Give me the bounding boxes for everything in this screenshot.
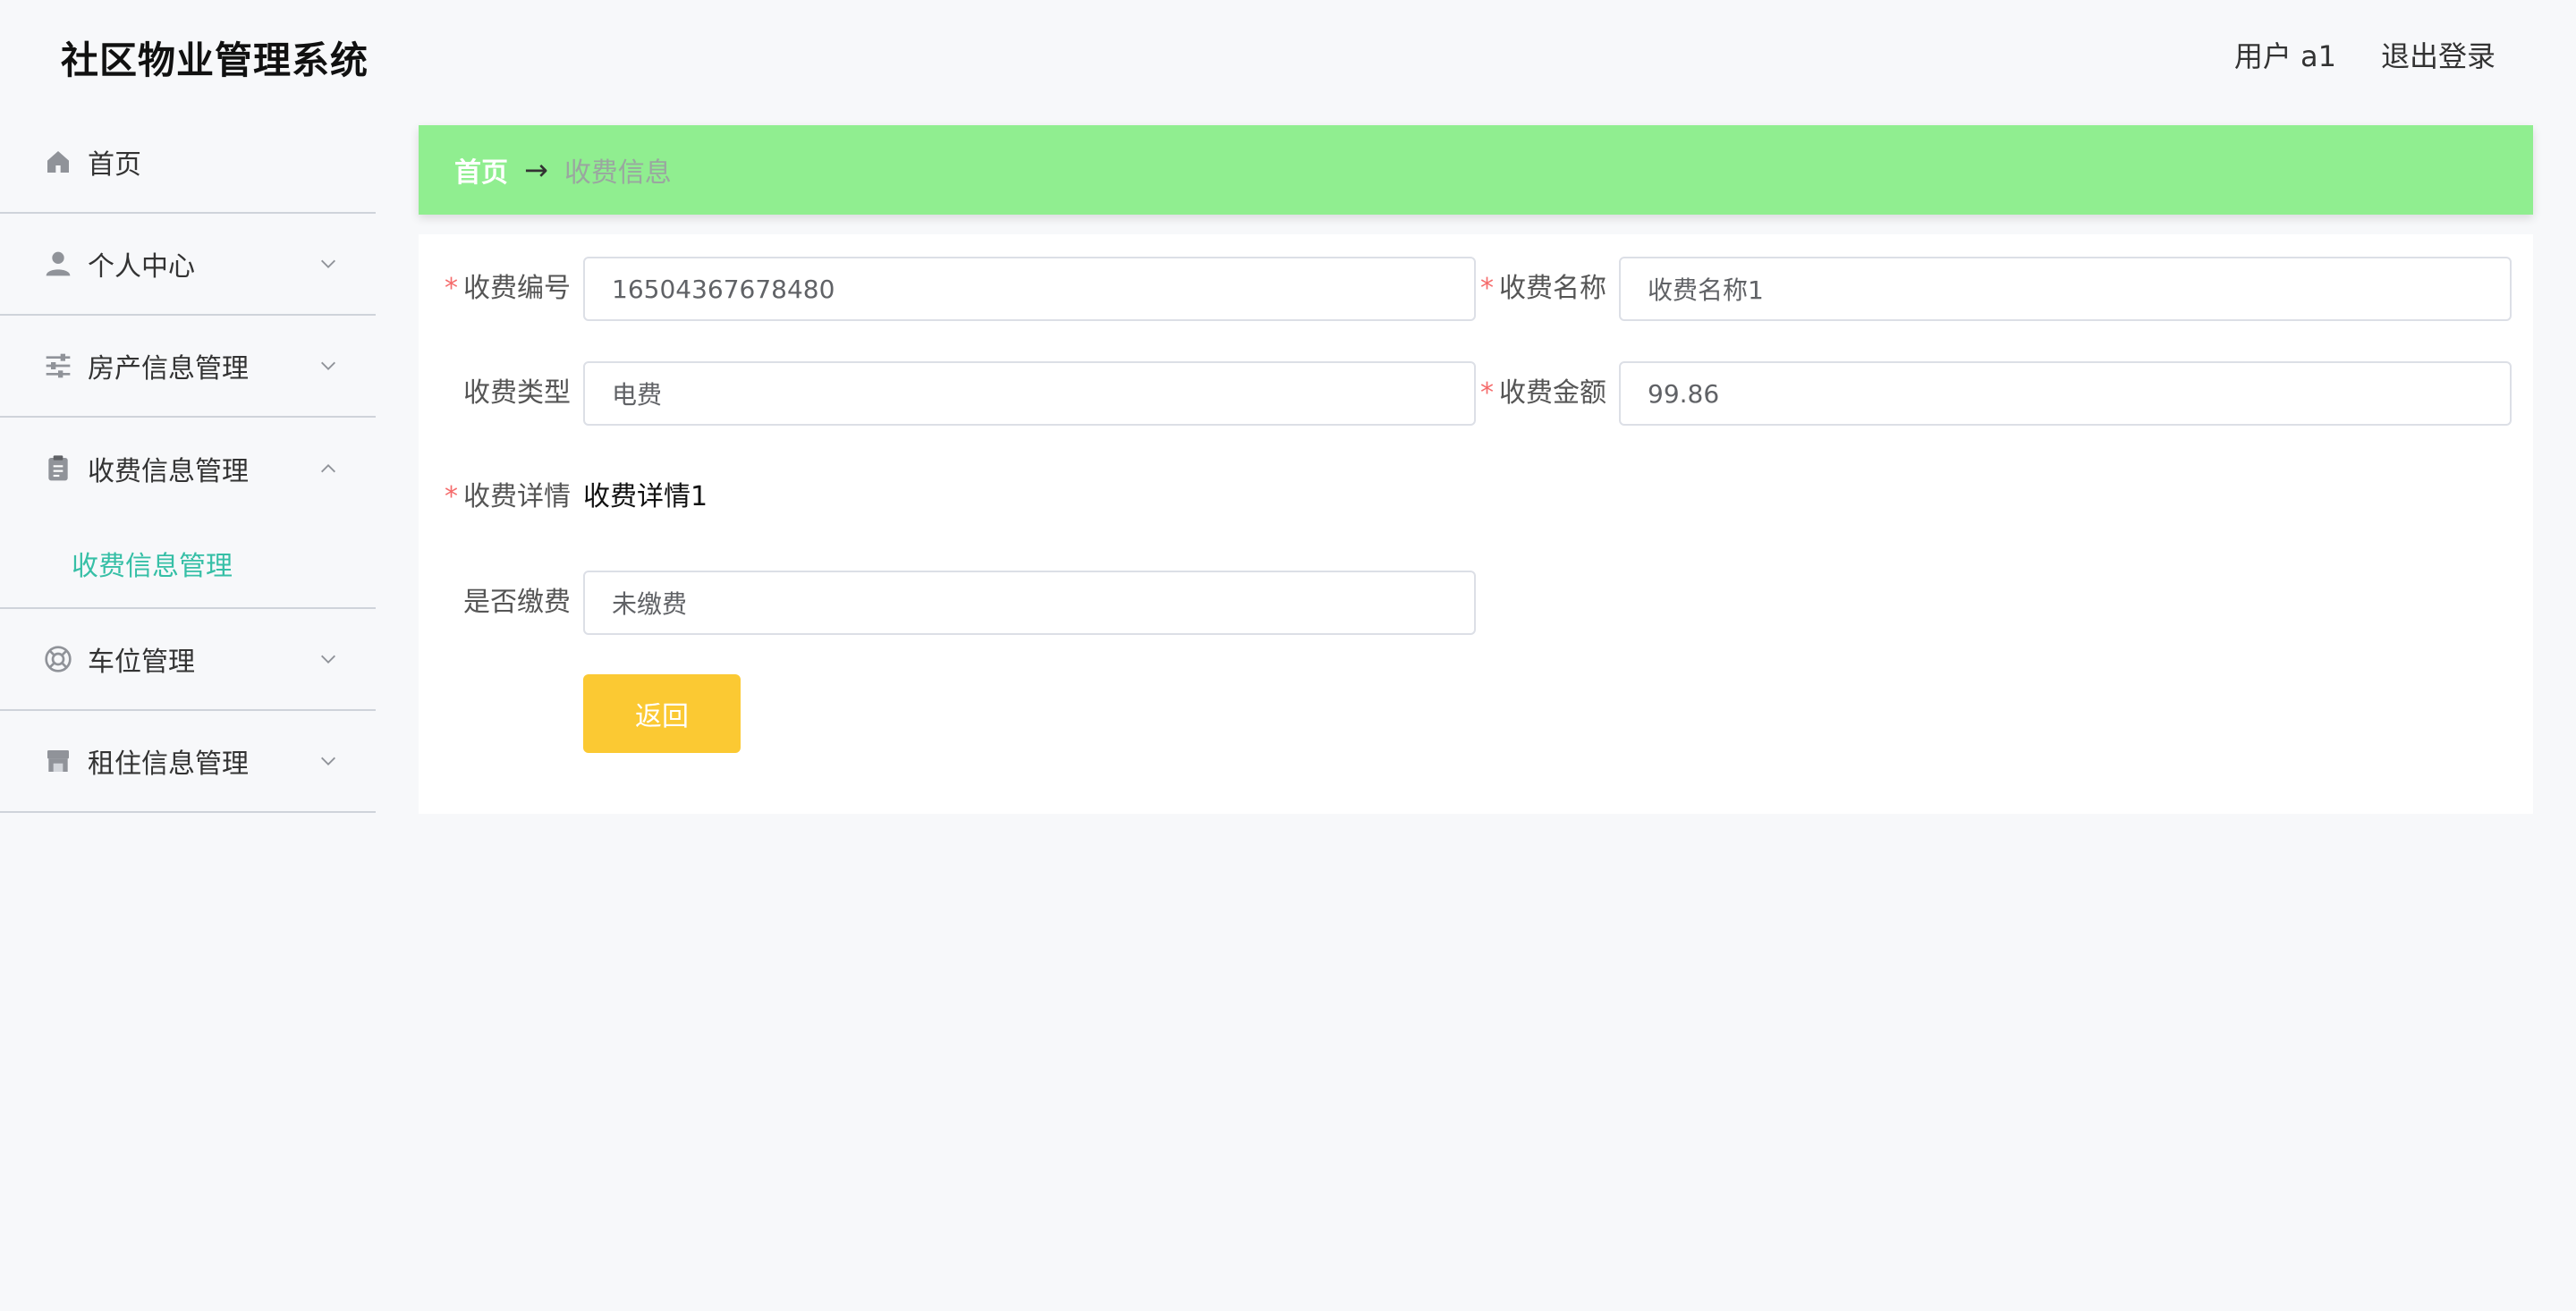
header: 社区物业管理系统 用户 a1 退出登录 [0, 0, 2576, 112]
header-right: 用户 a1 退出登录 [2234, 34, 2496, 75]
sidebar-item-label: 车位管理 [88, 647, 195, 678]
logout-link[interactable]: 退出登录 [2381, 34, 2496, 75]
sidebar-item-label: 房产信息管理 [88, 353, 249, 385]
app-title: 社区物业管理系统 [61, 38, 369, 82]
breadcrumb-current: 收费信息 [564, 157, 672, 189]
submenu-item-fee-management[interactable]: 收费信息管理 [0, 520, 376, 607]
sidebar-item-home[interactable]: 首页 [0, 112, 376, 214]
lifebuoy-icon [43, 644, 73, 674]
chevron-down-icon [321, 259, 335, 268]
fee-type-label: 收费类型 [463, 377, 571, 409]
fee-no-input[interactable] [583, 257, 1476, 321]
clipboard-icon [43, 453, 73, 484]
page: 社区物业管理系统 用户 a1 退出登录 首页 个人中心 房产信息管理 收费信息管… [0, 0, 2576, 1311]
required-mark: * [1480, 377, 1494, 409]
chevron-down-icon [321, 655, 335, 664]
sidebar-item-label: 个人中心 [88, 251, 195, 283]
sidebar-item-fee[interactable]: 收费信息管理 [0, 418, 376, 520]
sidebar-item-label: 首页 [88, 149, 141, 181]
fee-name-input[interactable] [1619, 257, 2512, 321]
fee-name-label: * 收费名称 [1480, 273, 1606, 304]
fee-amount-label: * 收费金额 [1480, 377, 1606, 409]
sidebar-item-personal-center[interactable]: 个人中心 [0, 214, 376, 316]
required-mark: * [1480, 273, 1494, 304]
sidebar-item-property[interactable]: 房产信息管理 [0, 316, 376, 418]
sidebar-item-label: 租住信息管理 [88, 749, 249, 780]
fee-no-label: * 收费编号 [445, 273, 571, 304]
breadcrumb: 首页 → 收费信息 [419, 125, 2533, 215]
sidebar-item-parking[interactable]: 车位管理 [0, 609, 376, 711]
chevron-down-icon [321, 757, 335, 765]
user-icon [43, 249, 73, 279]
chevron-down-icon [321, 361, 335, 370]
home-icon [43, 147, 73, 177]
breadcrumb-home[interactable]: 首页 [454, 150, 508, 190]
submenu-fee: 收费信息管理 [0, 520, 376, 609]
fee-detail-value: 收费详情1 [583, 481, 708, 512]
sidebar-item-label: 收费信息管理 [88, 456, 249, 487]
sidebar-item-rental[interactable]: 租住信息管理 [0, 711, 376, 813]
breadcrumb-separator: → [524, 153, 548, 187]
sidebar: 首页 个人中心 房产信息管理 收费信息管理 收费信息管理 车位管理 租住信息管理 [0, 112, 376, 1311]
storefront-icon [43, 746, 73, 776]
back-button[interactable]: 返回 [583, 674, 741, 753]
fee-type-input[interactable] [583, 361, 1476, 426]
fee-detail-label: * 收费详情 [445, 481, 571, 512]
chevron-up-icon [321, 464, 335, 473]
paid-status-input[interactable] [583, 571, 1476, 635]
fee-amount-input[interactable] [1619, 361, 2512, 426]
required-mark: * [445, 273, 458, 304]
paid-label: 是否缴费 [463, 587, 571, 618]
sliders-icon [43, 351, 73, 381]
fee-detail-form: *收费编号 *收费名称 收费类型 *收费金额 *收费详情 收费详情1 是否缴费 … [419, 234, 2533, 814]
required-mark: * [445, 481, 458, 512]
user-label: 用户 a1 [2233, 39, 2336, 73]
